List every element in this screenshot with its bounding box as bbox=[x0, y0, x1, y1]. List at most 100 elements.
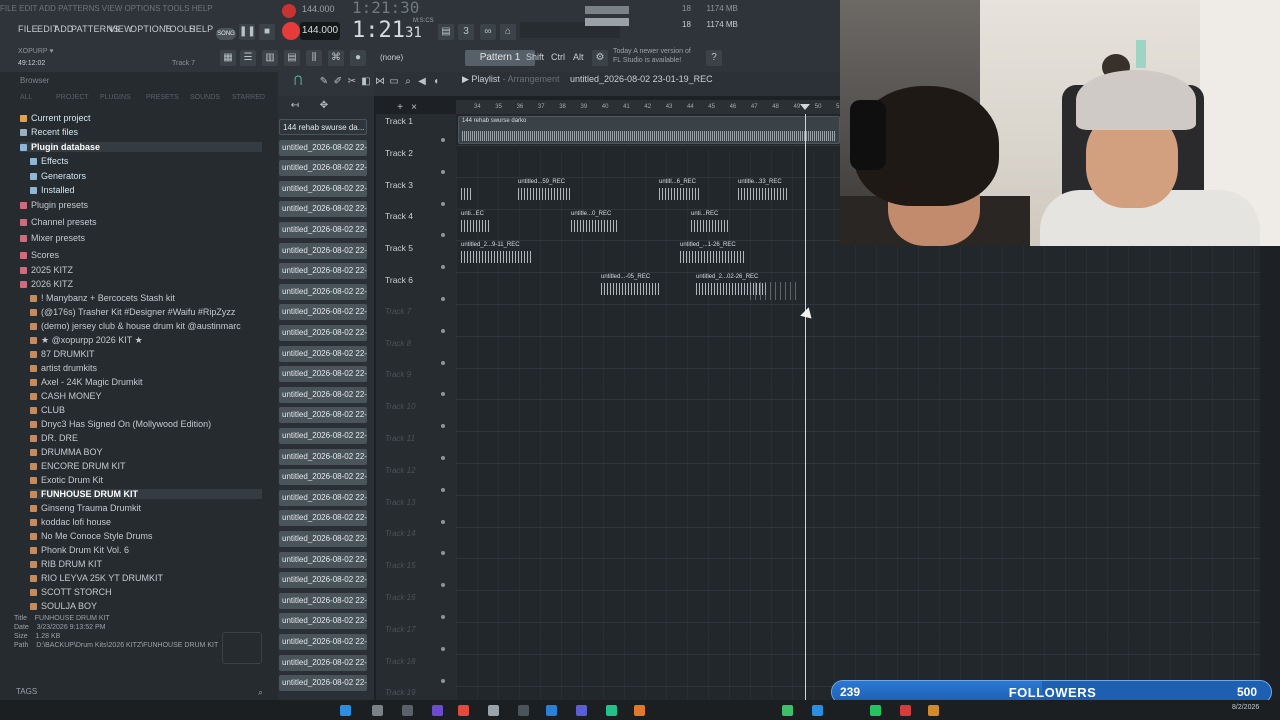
track-lane[interactable] bbox=[456, 432, 1260, 464]
app-icon-2[interactable] bbox=[458, 705, 469, 716]
track-label[interactable]: Track 19 bbox=[385, 688, 416, 697]
track-label[interactable]: Track 15 bbox=[385, 561, 416, 570]
browser-item[interactable]: ! Manybanz + Bercocets Stash kit bbox=[30, 293, 175, 303]
browser-item[interactable]: SCOTT STORCH bbox=[30, 587, 112, 597]
move-icon[interactable]: ✥ bbox=[316, 98, 332, 114]
magnet-icon[interactable]: ⋂ bbox=[294, 75, 302, 86]
browser-item[interactable]: 87 DRUMKIT bbox=[30, 349, 95, 359]
browser-item[interactable]: 2026 KITZ bbox=[20, 279, 73, 289]
record-icon[interactable] bbox=[282, 22, 300, 40]
audio-clip[interactable]: untitled...-05_REC bbox=[598, 273, 664, 299]
track-mute-led-icon[interactable] bbox=[441, 487, 445, 492]
track-label[interactable]: Track 10 bbox=[385, 402, 416, 411]
track-lane[interactable] bbox=[456, 496, 1260, 528]
browser-icon[interactable]: ▤ bbox=[284, 50, 300, 66]
news-ticker[interactable]: Today A newer version of FL Studio is ava… bbox=[613, 47, 703, 65]
track-label[interactable]: Track 13 bbox=[385, 498, 416, 507]
browser-item[interactable]: Phonk Drum Kit Vol. 6 bbox=[30, 545, 129, 555]
pattern-song-icon[interactable]: ▤ bbox=[438, 24, 454, 40]
browser-item[interactable]: koddac lofi house bbox=[30, 517, 111, 527]
browser-item[interactable]: SOULJA BOY bbox=[30, 601, 97, 611]
browser-item[interactable]: Installed bbox=[30, 185, 75, 195]
browser-item[interactable]: (demo) jersey club & house drum kit @aus… bbox=[30, 321, 241, 331]
browser-item[interactable]: DR. DRE bbox=[30, 433, 78, 443]
browser-item[interactable]: 2025 KITZ bbox=[20, 265, 73, 275]
audio-clip[interactable]: untitled...59_REC bbox=[515, 178, 575, 204]
track-mute-led-icon[interactable] bbox=[441, 201, 445, 206]
speaker-icon[interactable]: ◖ bbox=[428, 74, 444, 90]
browser-item[interactable]: Generators bbox=[30, 171, 86, 181]
track-label[interactable]: Track 8 bbox=[385, 339, 411, 348]
track-mute-led-icon[interactable] bbox=[441, 169, 445, 174]
channel-button[interactable]: untitled_2026-08-02 22-... bbox=[279, 634, 367, 650]
mixer-icon[interactable]: ⫼ bbox=[306, 50, 322, 66]
channel-button[interactable]: untitled_2026-08-02 22-... bbox=[279, 283, 367, 300]
track-mute-led-icon[interactable] bbox=[441, 519, 445, 524]
track-lane[interactable] bbox=[456, 400, 1260, 433]
browser-item[interactable]: Effects bbox=[30, 156, 68, 166]
track-lane[interactable] bbox=[456, 623, 1260, 655]
audio-clip[interactable] bbox=[458, 178, 476, 204]
track-lane[interactable] bbox=[456, 273, 1260, 305]
track1-audio-clip[interactable]: 144 rehab swurse darko bbox=[458, 116, 840, 144]
tags-label[interactable]: TAGS bbox=[16, 687, 37, 696]
channel-button[interactable]: untitled_2026-08-02 22-... bbox=[279, 345, 367, 362]
menu-file[interactable]: FILE bbox=[18, 24, 38, 34]
start-icon[interactable] bbox=[340, 705, 351, 716]
track-label[interactable]: Track 11 bbox=[385, 434, 415, 443]
search-icon[interactable]: ⌕ bbox=[258, 687, 263, 698]
track-lane[interactable] bbox=[456, 559, 1260, 592]
browser-item[interactable]: Ginseng Trauma Drumkit bbox=[30, 503, 141, 513]
song-mode-toggle[interactable]: SONG bbox=[216, 28, 236, 40]
app-icon-8[interactable] bbox=[634, 705, 645, 716]
track-label[interactable]: Track 18 bbox=[385, 657, 416, 666]
track-mute-led-icon[interactable] bbox=[441, 297, 445, 301]
menu-help[interactable]: HELP bbox=[189, 24, 213, 34]
channel-button[interactable]: untitled_2026-08-02 22-... bbox=[279, 613, 367, 630]
app-icon-9[interactable] bbox=[782, 705, 793, 716]
channel-button[interactable]: untitled_2026-08-02 22-... bbox=[279, 160, 367, 177]
task-view-icon[interactable] bbox=[402, 705, 413, 716]
steps-icon[interactable]: 3 bbox=[458, 24, 474, 40]
channel-button[interactable]: untitled_2026-08-02 22-... bbox=[279, 675, 367, 692]
tab-presets[interactable]: PRESETS bbox=[146, 94, 179, 101]
track-label[interactable]: Track 17 bbox=[385, 625, 416, 634]
app-icon-3[interactable] bbox=[488, 705, 499, 716]
browser-item[interactable]: Plugin database bbox=[20, 142, 262, 152]
track-mute-led-icon[interactable] bbox=[441, 456, 445, 460]
track-label[interactable]: Track 1 bbox=[385, 116, 413, 126]
app-icon-5[interactable] bbox=[546, 705, 557, 716]
channel-first[interactable]: 144 rehab swurse da... bbox=[279, 119, 367, 135]
track-label[interactable]: Track 12 bbox=[385, 466, 416, 475]
channel-button[interactable]: untitled_2026-08-02 22-... bbox=[279, 366, 367, 383]
playlist-icon[interactable]: ▦ bbox=[220, 50, 236, 66]
channel-button[interactable]: untitled_2026-08-02 22-... bbox=[279, 428, 367, 444]
playhead[interactable] bbox=[805, 114, 806, 708]
app-icon-11[interactable] bbox=[870, 705, 881, 716]
search-taskbar-icon[interactable] bbox=[372, 705, 383, 716]
browser-item[interactable]: Scores bbox=[20, 250, 59, 260]
audio-clip[interactable]: untitle...0_REC bbox=[568, 210, 622, 236]
pattern-selector[interactable]: Pattern 1 bbox=[465, 50, 535, 66]
app-icon-10[interactable] bbox=[812, 705, 823, 716]
channel-button[interactable]: untitled_2026-08-02 22-... bbox=[279, 592, 367, 609]
browser-item[interactable]: CLUB bbox=[30, 405, 65, 415]
track-mute-led-icon[interactable] bbox=[441, 328, 445, 333]
settings-gear-icon[interactable]: ⚙ bbox=[592, 50, 608, 66]
tab-project[interactable]: PROJECT bbox=[56, 94, 89, 101]
snap-selector[interactable]: (none) bbox=[380, 53, 403, 62]
track-label[interactable]: Track 14 bbox=[385, 529, 416, 538]
browser-item[interactable]: Channel presets bbox=[20, 217, 97, 227]
track-mute-led-icon[interactable] bbox=[441, 360, 445, 365]
browser-item[interactable]: DRUMMA BOY bbox=[30, 447, 103, 457]
channel-button[interactable]: untitled_2026-08-02 22-... bbox=[279, 531, 367, 547]
channel-button[interactable]: untitled_2026-08-02 22-... bbox=[279, 572, 367, 589]
channel-button[interactable]: untitled_2026-08-02 22-... bbox=[279, 325, 367, 341]
pause-icon[interactable]: ❚❚ bbox=[239, 24, 256, 40]
track-label[interactable]: Track 9 bbox=[385, 370, 411, 379]
tab-all[interactable]: ALL bbox=[20, 94, 32, 101]
track-mute-led-icon[interactable] bbox=[441, 138, 445, 142]
channel-button[interactable]: untitled_2026-08-02 22-... bbox=[279, 448, 367, 465]
browser-item[interactable]: Recent files bbox=[20, 127, 78, 137]
channel-button[interactable]: untitled_2026-08-02 22-... bbox=[279, 407, 367, 424]
